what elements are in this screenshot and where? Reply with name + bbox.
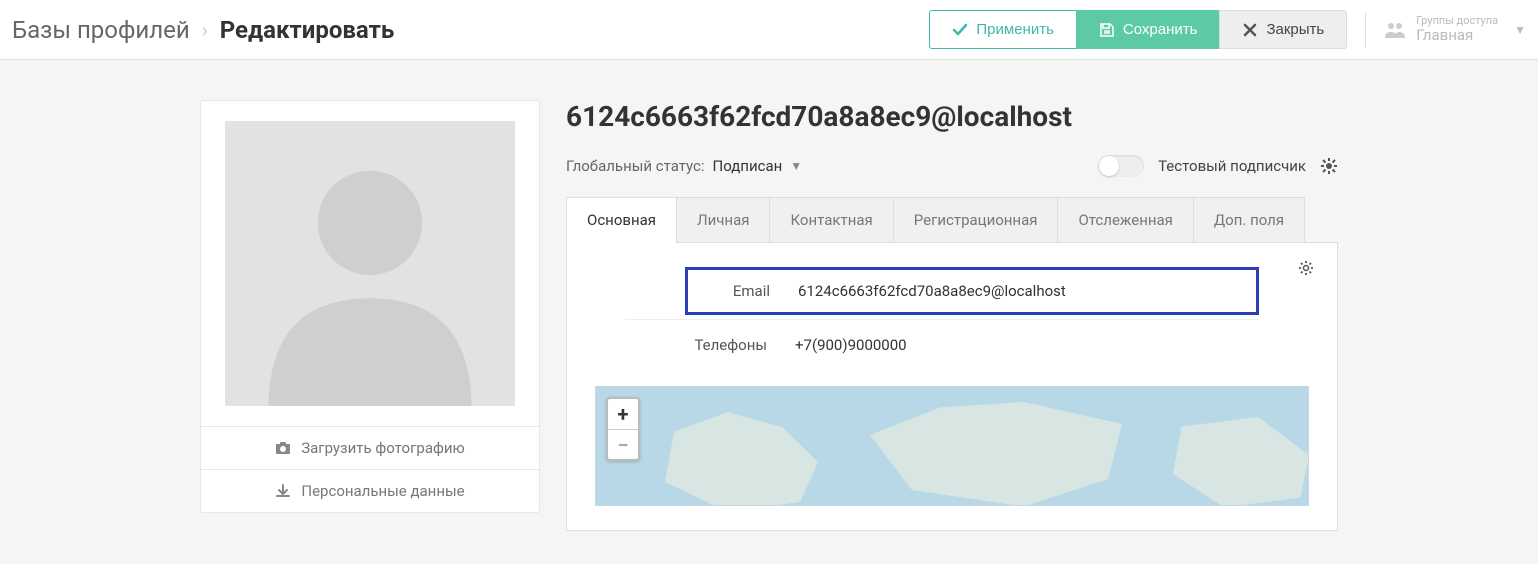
map-land	[1156, 417, 1309, 506]
caret-down-icon: ▼	[1514, 23, 1526, 37]
email-label: Email	[688, 282, 798, 300]
header-actions: Применить Сохранить Закрыть Группы досту…	[929, 10, 1526, 49]
avatar-placeholder	[225, 121, 515, 406]
upload-photo-button[interactable]: Загрузить фотографию	[201, 426, 539, 469]
photo-card: Загрузить фотографию Персональные данные	[200, 100, 540, 513]
phone-row: Телефоны +7(900)9000000	[595, 326, 1309, 364]
save-icon	[1099, 22, 1115, 38]
access-text: Группы доступа Главная	[1416, 15, 1498, 44]
caret-down-icon: ▼	[790, 159, 802, 173]
chevron-right-icon: ›	[202, 18, 208, 42]
status-value: Подписан	[713, 157, 783, 175]
settings-icon[interactable]	[1320, 157, 1338, 175]
download-icon	[275, 483, 291, 499]
breadcrumb-root[interactable]: Базы профилей	[12, 16, 190, 44]
phone-value[interactable]: +7(900)9000000	[795, 336, 1309, 354]
toggle-knob	[1099, 156, 1119, 176]
users-icon	[1384, 21, 1406, 39]
left-column: Загрузить фотографию Персональные данные	[200, 100, 540, 531]
zoom-in-button[interactable]: +	[608, 399, 638, 429]
map-zoom-controls: + −	[606, 397, 640, 461]
close-icon	[1242, 22, 1258, 38]
camera-icon	[275, 440, 291, 456]
map[interactable]: + −	[595, 386, 1309, 506]
tab-registration[interactable]: Регистрационная	[893, 197, 1059, 242]
divider	[1365, 12, 1366, 48]
access-group-selector[interactable]: Группы доступа Главная ▼	[1384, 15, 1526, 44]
tab-personal[interactable]: Личная	[676, 197, 770, 242]
tabs: Основная Личная Контактная Регистрационн…	[566, 197, 1338, 243]
status-right: Тестовый подписчик	[1098, 155, 1338, 177]
right-column: 6124c6663f62fcd70a8a8ec9@localhost Глоба…	[566, 100, 1338, 531]
email-field-highlight: Email 6124c6663f62fcd70a8a8ec9@localhost	[685, 267, 1259, 315]
test-subscriber-toggle[interactable]	[1098, 155, 1144, 177]
save-label: Сохранить	[1123, 21, 1198, 38]
email-value[interactable]: 6124c6663f62fcd70a8a8ec9@localhost	[798, 282, 1256, 300]
breadcrumb: Базы профилей › Редактировать	[12, 16, 394, 44]
test-label: Тестовый подписчик	[1158, 157, 1306, 175]
divider	[625, 319, 1259, 320]
apply-label: Применить	[976, 21, 1054, 38]
save-button[interactable]: Сохранить	[1076, 10, 1221, 49]
close-label: Закрыть	[1266, 21, 1324, 38]
tab-tracked[interactable]: Отслеженная	[1057, 197, 1193, 242]
global-status-selector[interactable]: Глобальный статус: Подписан ▼	[566, 157, 802, 175]
profile-title: 6124c6663f62fcd70a8a8ec9@localhost	[566, 100, 1338, 133]
apply-button[interactable]: Применить	[929, 10, 1077, 49]
upload-label: Загрузить фотографию	[301, 439, 465, 457]
access-value: Главная	[1416, 27, 1498, 44]
header: Базы профилей › Редактировать Применить …	[0, 0, 1538, 60]
gear-icon[interactable]	[1297, 259, 1315, 277]
tab-contact[interactable]: Контактная	[769, 197, 893, 242]
map-land	[856, 402, 1136, 506]
status-label: Глобальный статус:	[566, 157, 705, 175]
photo-wrap	[201, 101, 539, 426]
email-row: Email 6124c6663f62fcd70a8a8ec9@localhost	[688, 278, 1256, 304]
phone-label: Телефоны	[659, 336, 795, 354]
map-land	[656, 412, 836, 506]
content: Загрузить фотографию Персональные данные…	[0, 60, 1538, 531]
tab-main[interactable]: Основная	[566, 197, 677, 242]
close-button[interactable]: Закрыть	[1219, 10, 1347, 49]
check-icon	[952, 22, 968, 38]
personal-label: Персональные данные	[301, 482, 464, 500]
zoom-out-button[interactable]: −	[608, 429, 638, 459]
tab-extra[interactable]: Доп. поля	[1193, 197, 1305, 242]
status-row: Глобальный статус: Подписан ▼ Тестовый п…	[566, 155, 1338, 177]
personal-data-button[interactable]: Персональные данные	[201, 469, 539, 512]
breadcrumb-current: Редактировать	[220, 16, 395, 44]
tab-body: Email 6124c6663f62fcd70a8a8ec9@localhost…	[566, 243, 1338, 531]
